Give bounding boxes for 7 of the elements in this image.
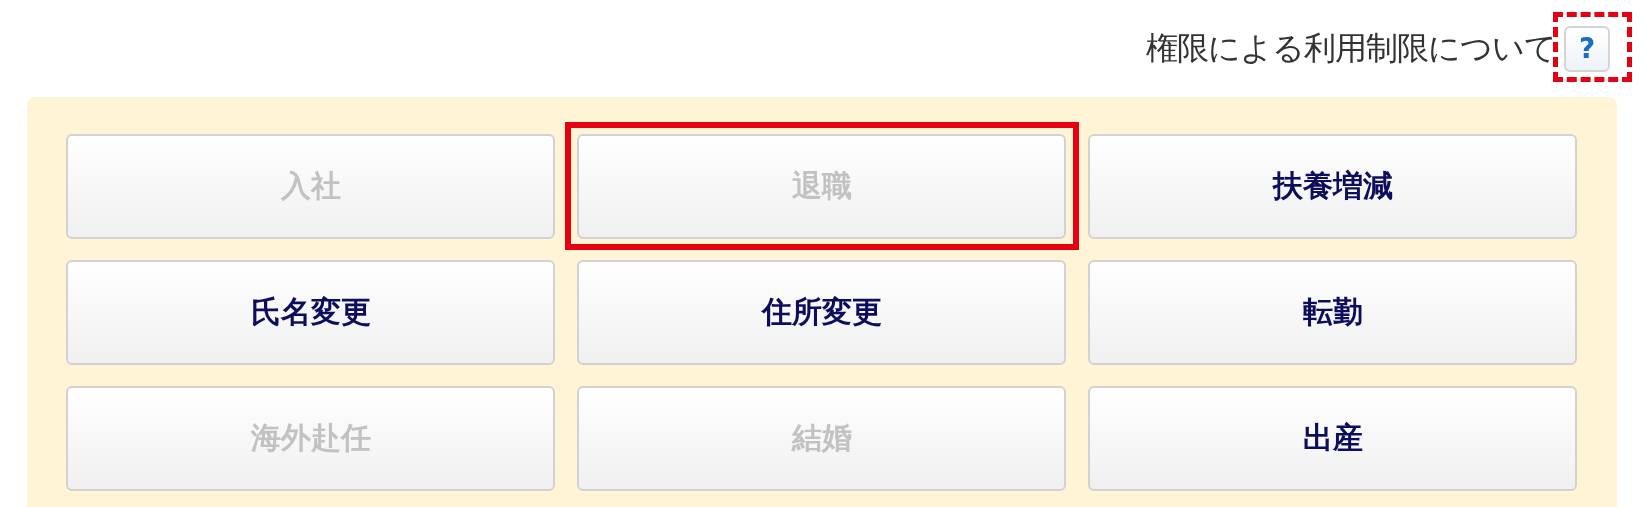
action-button[interactable]: 扶養増減 [1088,134,1577,239]
action-button[interactable]: 氏名変更 [66,260,555,365]
help-button[interactable]: ? [1564,25,1610,72]
action-button[interactable]: 転勤 [1088,260,1577,365]
action-button[interactable]: 住所変更 [577,260,1066,365]
help-label: 権限による利用制限について [1146,27,1556,69]
action-button[interactable]: 出産 [1088,386,1577,491]
